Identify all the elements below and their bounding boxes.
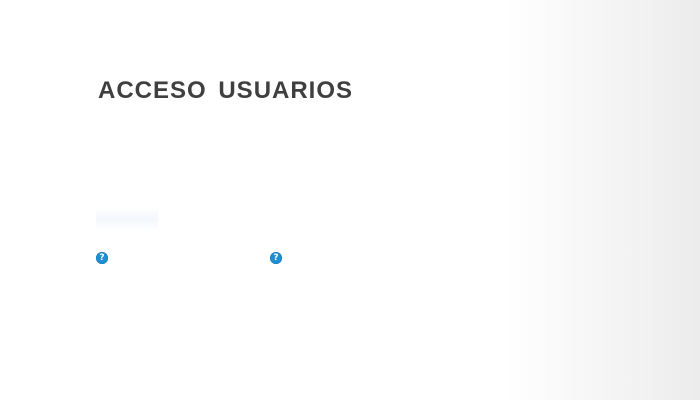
username-field[interactable] [96, 207, 158, 231]
page-title: ACCESO USUARIOS [98, 77, 354, 104]
password-help-icon[interactable]: ? [270, 252, 282, 264]
username-help-icon[interactable]: ? [96, 252, 108, 264]
